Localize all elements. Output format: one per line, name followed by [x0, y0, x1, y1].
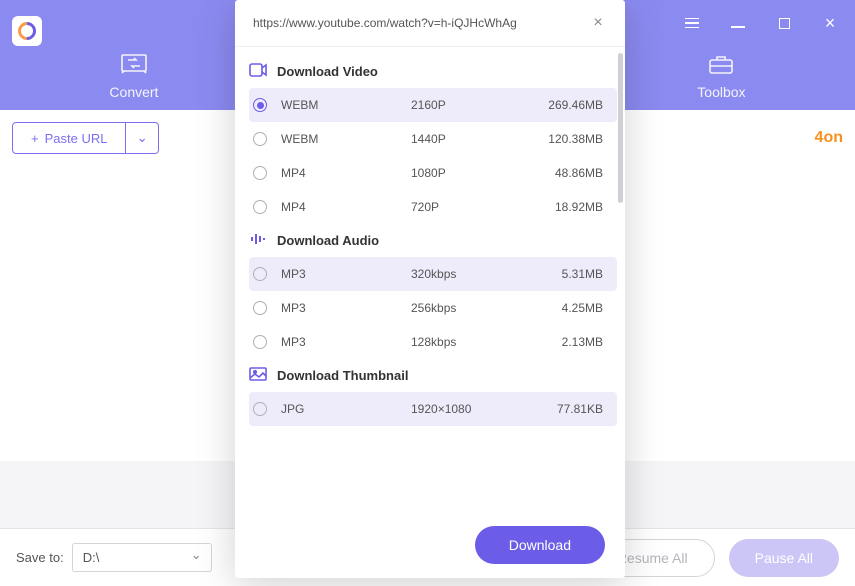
tab-label: Convert [109, 84, 158, 100]
paste-url-group: + Paste URL ⌄ [12, 122, 159, 154]
section-header: Download Video [249, 55, 617, 88]
pause-all-button[interactable]: Pause All [729, 539, 839, 577]
close-icon[interactable]: × [589, 14, 607, 32]
footer-actions: Resume All Pause All [590, 539, 839, 577]
radio-icon [253, 200, 267, 214]
option-size: 77.81KB [557, 402, 603, 416]
paste-url-label: Paste URL [45, 131, 108, 146]
download-option-row[interactable]: JPG 1920×1080 77.81KB [249, 392, 617, 426]
maximize-icon[interactable] [775, 14, 793, 32]
option-size: 4.25MB [562, 301, 603, 315]
option-quality: 320kbps [411, 267, 562, 281]
option-format: MP3 [281, 335, 411, 349]
modal-header: https://www.youtube.com/watch?v=h-iQJHcW… [235, 0, 625, 47]
section-header: Download Thumbnail [249, 359, 617, 392]
tab-toolbox[interactable]: Toolbox [697, 52, 745, 100]
menu-icon[interactable] [683, 14, 701, 32]
option-format: WEBM [281, 98, 411, 112]
option-size: 5.31MB [562, 267, 603, 281]
download-options-modal: https://www.youtube.com/watch?v=h-iQJHcW… [235, 0, 625, 578]
tab-convert[interactable]: Convert [109, 52, 158, 100]
option-quality: 1440P [411, 132, 548, 146]
save-to-label: Save to: [16, 550, 64, 565]
radio-icon [253, 132, 267, 146]
download-option-row[interactable]: MP3 256kbps 4.25MB [249, 291, 617, 325]
download-option-row[interactable]: WEBM 1440P 120.38MB [249, 122, 617, 156]
modal-url: https://www.youtube.com/watch?v=h-iQJHcW… [253, 16, 579, 30]
section-title: Download Audio [277, 233, 379, 248]
option-size: 120.38MB [548, 132, 603, 146]
radio-icon [253, 267, 267, 281]
brand-badge: 4on [815, 129, 843, 147]
section-header: Download Audio [249, 224, 617, 257]
paste-url-dropdown[interactable]: ⌄ [126, 122, 158, 154]
option-quality: 256kbps [411, 301, 562, 315]
download-option-row[interactable]: MP4 720P 18.92MB [249, 190, 617, 224]
section-title: Download Video [277, 64, 378, 79]
save-to-group: Save to: D:\ [16, 543, 212, 572]
radio-icon [253, 402, 267, 416]
toolbox-icon [707, 52, 735, 76]
scrollbar[interactable] [618, 53, 623, 203]
option-format: MP3 [281, 267, 411, 281]
minimize-icon[interactable] [729, 14, 747, 32]
option-size: 2.13MB [562, 335, 603, 349]
radio-icon [253, 98, 267, 112]
audio-icon [249, 232, 267, 249]
option-size: 48.86MB [555, 166, 603, 180]
option-quality: 2160P [411, 98, 548, 112]
save-to-select[interactable]: D:\ [72, 543, 212, 572]
app-logo [12, 16, 42, 46]
option-quality: 1920×1080 [411, 402, 557, 416]
radio-icon [253, 301, 267, 315]
tab-label: Toolbox [697, 84, 745, 100]
window-controls: × [683, 14, 839, 32]
section-title: Download Thumbnail [277, 368, 408, 383]
option-size: 269.46MB [548, 98, 603, 112]
option-format: MP3 [281, 301, 411, 315]
option-size: 18.92MB [555, 200, 603, 214]
modal-body: Download Video WEBM 2160P 269.46MB WEBM … [235, 47, 625, 512]
convert-icon [120, 52, 148, 76]
download-option-row[interactable]: WEBM 2160P 269.46MB [249, 88, 617, 122]
option-format: MP4 [281, 200, 411, 214]
video-icon [249, 63, 267, 80]
close-icon[interactable]: × [821, 14, 839, 32]
paste-url-button[interactable]: + Paste URL [12, 122, 126, 154]
option-format: JPG [281, 402, 411, 416]
radio-icon [253, 335, 267, 349]
download-option-row[interactable]: MP3 320kbps 5.31MB [249, 257, 617, 291]
image-icon [249, 367, 267, 384]
chevron-down-icon: ⌄ [136, 130, 147, 145]
option-format: WEBM [281, 132, 411, 146]
option-format: MP4 [281, 166, 411, 180]
option-quality: 128kbps [411, 335, 562, 349]
download-button[interactable]: Download [475, 526, 605, 564]
option-quality: 720P [411, 200, 555, 214]
download-option-row[interactable]: MP3 128kbps 2.13MB [249, 325, 617, 359]
download-option-row[interactable]: MP4 1080P 48.86MB [249, 156, 617, 190]
radio-icon [253, 166, 267, 180]
modal-footer: Download [235, 512, 625, 578]
plus-icon: + [31, 131, 39, 146]
option-quality: 1080P [411, 166, 555, 180]
